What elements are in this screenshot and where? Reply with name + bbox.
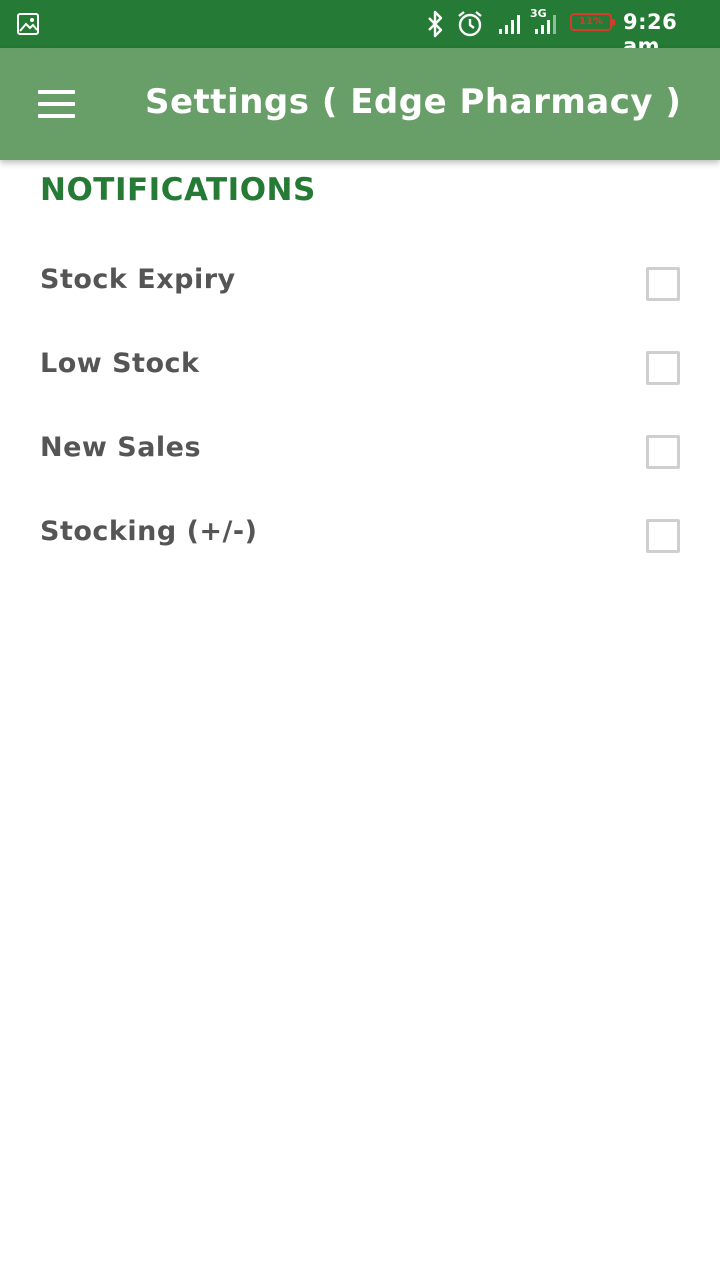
setting-label: New Sales: [40, 432, 202, 463]
hamburger-menu-icon[interactable]: [24, 76, 88, 132]
app-bar: Settings ( Edge Pharmacy ): [0, 48, 720, 160]
setting-label: Stock Expiry: [40, 264, 236, 295]
gallery-icon: [17, 13, 39, 35]
stocking-checkbox[interactable]: [646, 519, 680, 553]
section-title-notifications: NOTIFICATIONS: [40, 172, 316, 208]
signal-icon: [499, 15, 520, 34]
setting-row-low-stock[interactable]: Low Stock: [0, 334, 720, 418]
battery-icon: 11%: [570, 13, 615, 31]
bluetooth-icon: [428, 10, 443, 38]
setting-label: Stocking (+/-): [40, 516, 258, 547]
setting-row-new-sales[interactable]: New Sales: [0, 418, 720, 502]
setting-label: Low Stock: [40, 348, 200, 379]
signal-icon: [535, 15, 556, 34]
low-stock-checkbox[interactable]: [646, 351, 680, 385]
stock-expiry-checkbox[interactable]: [646, 267, 680, 301]
page-title: Settings ( Edge Pharmacy ): [145, 82, 682, 122]
setting-row-stocking[interactable]: Stocking (+/-): [0, 502, 720, 586]
alarm-icon: [458, 11, 482, 37]
status-bar: 3G 11% 9:26 am: [0, 0, 720, 58]
new-sales-checkbox[interactable]: [646, 435, 680, 469]
battery-level: 11%: [579, 16, 603, 27]
setting-row-stock-expiry[interactable]: Stock Expiry: [0, 250, 720, 334]
settings-screen: 3G 11% 9:26 am Settings ( Edge Pharmacy …: [0, 0, 720, 1280]
